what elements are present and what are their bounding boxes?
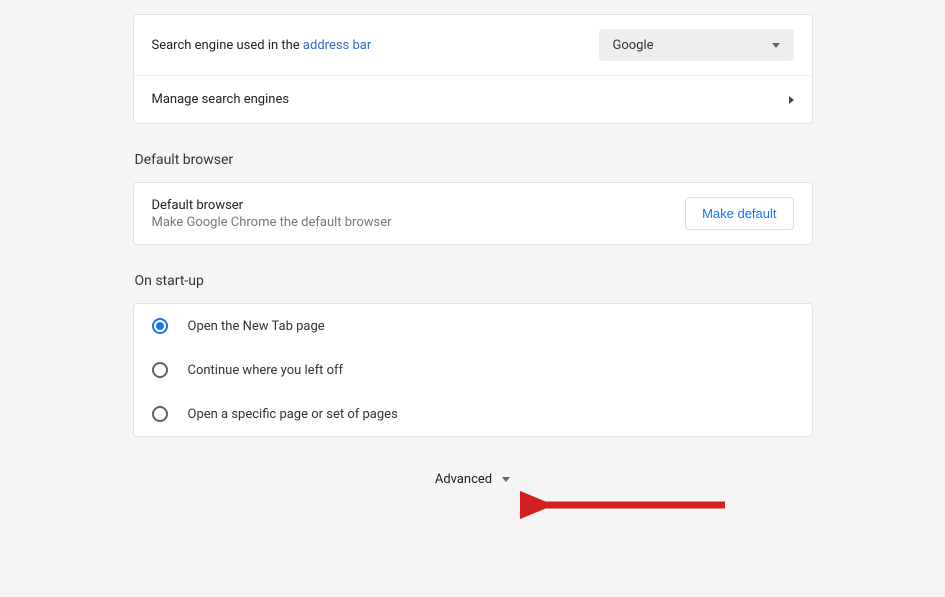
startup-option-label: Open a specific page or set of pages <box>188 407 398 422</box>
make-default-button[interactable]: Make default <box>685 197 793 230</box>
default-browser-desc: Make Google Chrome the default browser <box>152 215 392 230</box>
advanced-toggle[interactable]: Advanced <box>133 472 813 487</box>
default-browser-row: Default browser Make Google Chrome the d… <box>134 183 812 244</box>
startup-option-continue[interactable]: Continue where you left off <box>134 348 812 392</box>
radio-icon[interactable] <box>152 362 168 378</box>
startup-card: Open the New Tab page Continue where you… <box>133 303 813 437</box>
advanced-label: Advanced <box>435 472 492 487</box>
startup-option-specific-pages[interactable]: Open a specific page or set of pages <box>134 392 812 436</box>
annotation-arrow-icon <box>520 483 740 533</box>
search-engine-row: Search engine used in the address bar Go… <box>134 15 812 75</box>
address-bar-link[interactable]: address bar <box>303 38 371 53</box>
search-engine-dropdown[interactable]: Google <box>599 29 794 61</box>
search-engine-label: Search engine used in the address bar <box>152 38 372 53</box>
default-browser-section-title: Default browser <box>135 152 813 168</box>
chevron-down-icon <box>502 477 510 482</box>
search-engine-selected: Google <box>613 38 654 53</box>
chevron-right-icon <box>789 96 794 104</box>
radio-icon[interactable] <box>152 406 168 422</box>
radio-icon[interactable] <box>152 318 168 334</box>
chevron-down-icon <box>772 43 780 48</box>
startup-option-label: Continue where you left off <box>188 363 344 378</box>
search-engine-label-text: Search engine used in the <box>152 38 303 53</box>
startup-option-new-tab[interactable]: Open the New Tab page <box>134 304 812 348</box>
startup-option-label: Open the New Tab page <box>188 319 325 334</box>
default-browser-label: Default browser <box>152 198 392 213</box>
default-browser-text: Default browser Make Google Chrome the d… <box>152 198 392 230</box>
search-engine-card: Search engine used in the address bar Go… <box>133 14 813 124</box>
manage-search-engines-label: Manage search engines <box>152 92 290 107</box>
manage-search-engines-row[interactable]: Manage search engines <box>134 75 812 123</box>
default-browser-card: Default browser Make Google Chrome the d… <box>133 182 813 245</box>
startup-section-title: On start-up <box>135 273 813 289</box>
